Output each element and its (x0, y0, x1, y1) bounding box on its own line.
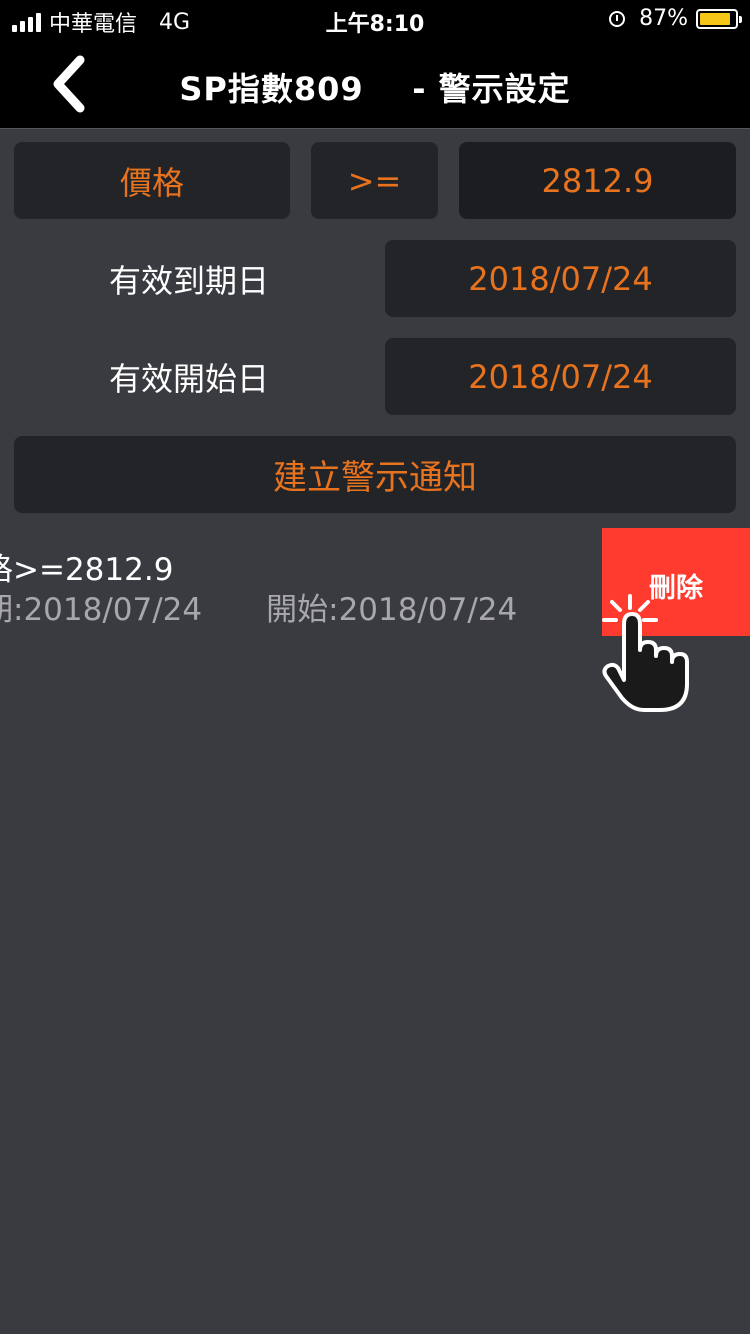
status-right: 87% (609, 6, 742, 31)
alert-dates: 期:2018/07/24 開始:2018/07/24 (0, 584, 517, 629)
alert-expiry: 期:2018/07/24 (0, 592, 203, 628)
start-date-label: 有效開始日 (108, 359, 269, 398)
expiry-date-picker[interactable]: 2018/07/24 (385, 240, 736, 317)
operator-select[interactable]: >= (311, 142, 438, 219)
nav-divider (0, 128, 750, 129)
carrier-label: 中華電信 (49, 12, 138, 37)
alarm-icon (609, 10, 626, 27)
alert-start: 開始:2018/07/24 (266, 592, 518, 628)
start-date-picker[interactable]: 2018/07/24 (385, 338, 736, 415)
nav-bar: SP指數809 - 警示設定 (0, 40, 750, 128)
signal-icon (12, 12, 41, 32)
status-time: 上午8:10 (325, 12, 425, 37)
expiry-date-label: 有效到期日 (108, 261, 269, 300)
page-title: SP指數809 - 警示設定 (179, 70, 571, 108)
status-left: 中華電信 4G (12, 6, 190, 38)
price-value: 2812.9 (541, 161, 654, 200)
battery-fill (700, 12, 730, 25)
battery-icon (696, 8, 742, 29)
delete-button[interactable]: 刪除 (602, 528, 750, 636)
delete-label: 刪除 (649, 573, 703, 604)
field-select[interactable]: 價格 (14, 142, 290, 219)
network-label: 4G (159, 9, 191, 35)
battery-percent: 87% (639, 6, 688, 31)
field-select-label: 價格 (119, 163, 184, 202)
alert-condition: 格>=2812.9 (0, 552, 174, 588)
price-input[interactable]: 2812.9 (459, 142, 736, 219)
create-alert-label: 建立警示通知 (273, 458, 477, 498)
list-item[interactable]: 格>=2812.9 期:2018/07/24 開始:2018/07/24 刪除 (0, 528, 750, 636)
expiry-date-value: 2018/07/24 (468, 259, 653, 298)
start-date-value: 2018/07/24 (468, 357, 653, 396)
operator-label: >= (347, 161, 402, 200)
create-alert-button[interactable]: 建立警示通知 (14, 436, 736, 513)
status-bar: 中華電信 4G 上午8:10 87% (0, 0, 750, 40)
